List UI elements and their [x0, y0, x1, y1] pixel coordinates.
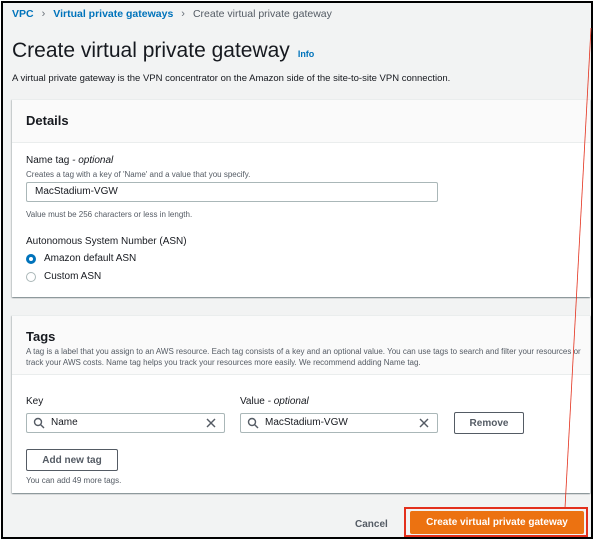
tag-key-value: Name — [51, 417, 78, 428]
cancel-button[interactable]: Cancel — [355, 519, 388, 530]
info-link[interactable]: Info — [298, 49, 315, 59]
asn-option-amazon-default[interactable]: Amazon default ASN — [26, 253, 136, 264]
tag-key-label: Key — [26, 396, 44, 407]
radio-checked-icon[interactable] — [26, 253, 36, 264]
add-new-tag-button[interactable]: Add new tag — [26, 449, 118, 471]
name-tag-input[interactable]: MacStadium-VGW — [26, 182, 438, 202]
page-description: A virtual private gateway is the VPN con… — [12, 73, 451, 84]
breadcrumb-current: Create virtual private gateway — [192, 8, 332, 20]
search-icon — [33, 417, 45, 429]
name-tag-hint: Creates a tag with a key of 'Name' and a… — [26, 170, 251, 179]
tag-value-optional: - optional — [267, 396, 309, 407]
name-tag-optional: - optional — [72, 155, 114, 166]
chevron-right-icon: › — [41, 8, 46, 20]
radio-unchecked-icon[interactable] — [26, 271, 36, 282]
tags-heading: Tags — [26, 329, 56, 344]
breadcrumb: VPC › Virtual private gateways › Create … — [12, 8, 332, 20]
page-title-row: Create virtual private gateway Info — [12, 39, 314, 63]
details-panel: Details Name tag - optional Creates a ta… — [12, 99, 590, 297]
highlight-box — [404, 507, 588, 537]
remove-tag-button[interactable]: Remove — [454, 412, 524, 434]
breadcrumb-vpc[interactable]: VPC — [12, 8, 34, 20]
window-frame: VPC › Virtual private gateways › Create … — [1, 1, 593, 539]
tag-value-input[interactable]: MacStadium-VGW — [240, 413, 438, 433]
name-tag-label: Name tag - optional — [26, 155, 113, 166]
asn-option-label: Amazon default ASN — [44, 253, 137, 264]
clear-icon[interactable] — [206, 418, 216, 428]
tag-value-value: MacStadium-VGW — [265, 417, 348, 428]
name-tag-label-text: Name tag — [26, 155, 70, 166]
details-header: Details — [12, 100, 590, 143]
name-tag-constraint: Value must be 256 characters or less in … — [26, 210, 193, 219]
tag-value-label: Value - optional — [240, 396, 309, 407]
tags-header: Tags A tag is a label that you assign to… — [12, 316, 590, 375]
tags-description: A tag is a label that you assign to an A… — [26, 347, 581, 367]
breadcrumb-virtual-private-gateways[interactable]: Virtual private gateways — [53, 8, 173, 20]
tags-panel: Tags A tag is a label that you assign to… — [12, 315, 590, 493]
page-title: Create virtual private gateway — [12, 39, 290, 62]
tag-limit-text: You can add 49 more tags. — [26, 476, 122, 485]
asn-option-custom[interactable]: Custom ASN — [26, 271, 101, 282]
tag-key-input[interactable]: Name — [26, 413, 225, 433]
asn-option-label: Custom ASN — [44, 271, 102, 282]
chevron-right-icon: › — [181, 8, 185, 20]
asn-label: Autonomous System Number (ASN) — [26, 236, 187, 247]
clear-icon[interactable] — [419, 418, 429, 428]
details-heading: Details — [26, 113, 69, 128]
tag-value-label-text: Value — [240, 396, 265, 407]
search-icon — [247, 417, 259, 429]
